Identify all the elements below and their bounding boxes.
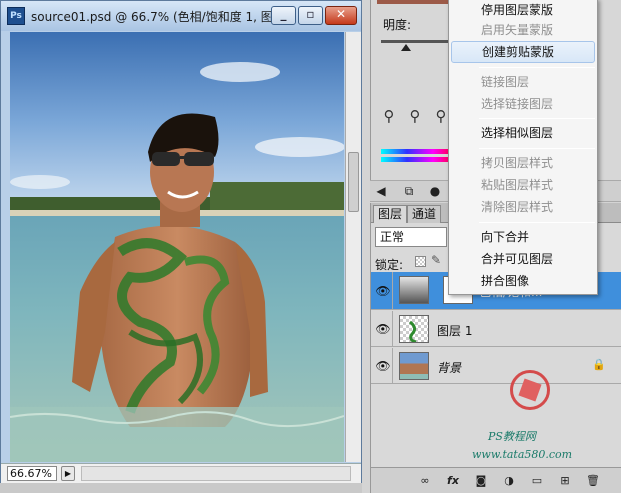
menu-separator [479, 148, 595, 149]
adjustment-thumbnail [399, 276, 429, 304]
eyedropper-plus-icon[interactable]: ⚲ [407, 108, 423, 124]
close-icon: ✕ [335, 7, 347, 21]
seal-glyph [518, 378, 542, 402]
menu-separator [479, 222, 595, 223]
watermark-site-name: PS教程网 [488, 430, 536, 443]
visibility-toggle-icon[interactable]: ● [426, 183, 444, 200]
menu-item-create-clipping-mask[interactable]: 创建剪贴蒙版 [451, 41, 595, 63]
layer-row-layer-1[interactable]: 👁 图层 1 [371, 311, 621, 347]
dragon-thumbnail [409, 320, 417, 342]
layer-name: 背景 [437, 361, 462, 375]
menu-item-disable-layer-mask[interactable]: 停用图层蒙版 [449, 0, 597, 21]
tab-layers[interactable]: 图层 [373, 205, 408, 223]
layer-context-menu: 停用图层蒙版 启用矢量蒙版 创建剪贴蒙版 链接图层 选择链接图层 选择相似图层 … [448, 0, 598, 295]
lock-transparent-pixels-checkbox[interactable] [415, 256, 426, 267]
scrollbar-thumb[interactable] [348, 152, 359, 212]
lock-label: 锁定: [375, 258, 404, 272]
menu-item-select-linked-layers[interactable]: 选择链接图层 [449, 93, 597, 115]
eye-icon[interactable]: 👁 [375, 283, 391, 299]
blend-mode-select[interactable]: 正常 [375, 227, 447, 247]
menu-item-merge-visible[interactable]: 合并可见图层 [449, 248, 597, 270]
zoom-level-field[interactable]: 66.67% [7, 466, 57, 481]
menu-item-clear-layer-style[interactable]: 清除图层样式 [449, 196, 597, 218]
color-strip [377, 0, 457, 4]
lightness-slider-handle[interactable] [401, 44, 411, 51]
clip-to-layer-icon[interactable]: ⧉ [400, 183, 418, 200]
menu-item-link-layers[interactable]: 链接图层 [449, 71, 597, 93]
document-window: Ps source01.psd @ 66.7% (色相/饱和度 1, 图… _ … [0, 0, 362, 483]
eye-icon[interactable]: 👁 [375, 358, 391, 374]
watermark-seal [510, 370, 550, 410]
lock-icon: 🔒 [592, 358, 606, 371]
visibility-column: 👁 [371, 348, 393, 383]
menu-item-paste-layer-style[interactable]: 粘贴图层样式 [449, 174, 597, 196]
menu-item-merge-down[interactable]: 向下合并 [449, 226, 597, 248]
minimize-button[interactable]: _ [271, 6, 296, 25]
maximize-button[interactable]: ▫ [298, 6, 323, 25]
layer-thumbnail [399, 315, 429, 343]
eye-icon[interactable]: 👁 [375, 321, 391, 337]
beach-photo [10, 32, 344, 462]
menu-separator [479, 118, 595, 119]
lock-image-pixels-icon[interactable]: ✎ [431, 253, 441, 267]
adjustment-layer-icon[interactable]: ◑ [501, 473, 517, 489]
layer-row-background[interactable]: 👁 背景 🔒 [371, 348, 621, 384]
status-menu-button[interactable]: ▶ [61, 466, 75, 481]
eyedropper-minus-icon[interactable]: ⚲ [433, 108, 449, 124]
delete-layer-icon[interactable]: 🗑 [585, 473, 601, 489]
vertical-scrollbar[interactable] [345, 32, 361, 462]
new-layer-icon[interactable]: ⊞ [557, 473, 573, 489]
image-canvas[interactable] [10, 32, 344, 462]
link-layers-icon[interactable]: ∞ [417, 473, 433, 489]
back-arrow-icon[interactable]: ◀ [372, 183, 390, 200]
watermark-url: www.tata580.com [472, 448, 573, 461]
document-status-bar: 66.67% ▶ [1, 463, 361, 483]
horizontal-scrollbar[interactable] [81, 466, 351, 481]
menu-item-enable-vector-mask[interactable]: 启用矢量蒙版 [449, 19, 597, 41]
layers-panel-toolbar: ∞ fx ◙ ◑ ▭ ⊞ 🗑 [371, 467, 621, 493]
photoshop-app-icon: Ps [7, 7, 25, 25]
menu-separator [479, 67, 595, 68]
layer-style-fx-icon[interactable]: fx [445, 473, 461, 489]
triangle-right-icon: ▶ [64, 469, 72, 478]
menu-item-select-similar-layers[interactable]: 选择相似图层 [449, 122, 597, 144]
document-titlebar[interactable]: Ps source01.psd @ 66.7% (色相/饱和度 1, 图… _ … [1, 1, 361, 31]
close-button[interactable]: ✕ [325, 6, 357, 25]
document-title: source01.psd @ 66.7% (色相/饱和度 1, 图… [31, 10, 271, 24]
eyedropper-icon[interactable]: ⚲ [381, 108, 397, 124]
visibility-column: 👁 [371, 272, 393, 309]
menu-item-flatten-image[interactable]: 拼合图像 [449, 270, 597, 292]
lightness-label: 明度: [383, 18, 412, 32]
visibility-column: 👁 [371, 311, 393, 346]
tab-channels[interactable]: 通道 [407, 205, 442, 223]
add-mask-icon[interactable]: ◙ [473, 473, 489, 489]
new-group-icon[interactable]: ▭ [529, 473, 545, 489]
menu-item-copy-layer-style[interactable]: 拷贝图层样式 [449, 152, 597, 174]
minimize-icon: _ [280, 7, 287, 21]
maximize-icon: ▫ [306, 7, 315, 21]
layer-thumbnail [399, 352, 429, 380]
layer-name: 图层 1 [437, 324, 473, 338]
